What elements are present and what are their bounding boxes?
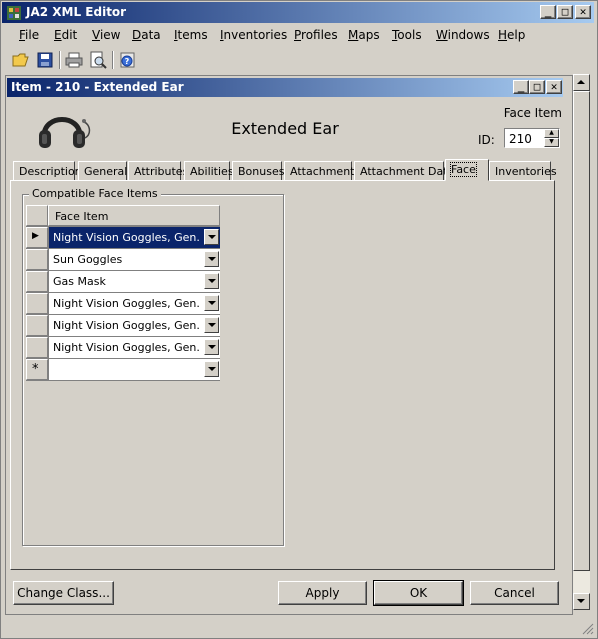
- dropdown-button[interactable]: [204, 251, 219, 267]
- dropdown-button[interactable]: [204, 361, 219, 377]
- face-item-value: Night Vision Goggles, Gen. II: [53, 297, 210, 310]
- menu-windows[interactable]: Windows: [436, 28, 490, 42]
- grid-cell[interactable]: Night Vision Goggles, Gen. I: [49, 227, 220, 248]
- ok-button[interactable]: OK: [373, 580, 464, 606]
- menu-help[interactable]: Help: [498, 28, 525, 42]
- row-header-new[interactable]: *: [26, 359, 48, 380]
- change-class-button[interactable]: Change Class...: [13, 581, 114, 605]
- scroll-thumb[interactable]: [573, 91, 590, 571]
- grid-cell[interactable]: Night Vision Goggles, Gen. IV: [49, 337, 220, 358]
- item-type-label: Face Item: [503, 106, 562, 120]
- dropdown-button[interactable]: [204, 295, 219, 311]
- face-item-value: Night Vision Goggles, Gen. I: [53, 231, 207, 244]
- face-items-grid: Face Item ▶ Night Vision Goggles, Gen. I…: [26, 205, 220, 381]
- apply-button[interactable]: Apply: [278, 581, 367, 605]
- item-window-title: Item - 210 - Extended Ear: [11, 80, 184, 94]
- grid-corner: [26, 205, 48, 226]
- tab-description[interactable]: Description: [13, 161, 82, 181]
- menu-data[interactable]: Data: [132, 28, 161, 42]
- dropdown-button[interactable]: [204, 273, 219, 289]
- menu-edit[interactable]: Edit: [54, 28, 77, 42]
- toolbar: ?: [2, 47, 594, 73]
- current-row-marker: ▶: [32, 231, 39, 241]
- tab-abilities[interactable]: Abilities: [184, 161, 234, 181]
- spin-down-button[interactable]: ▼: [544, 138, 559, 147]
- menu-profiles[interactable]: Profiles: [294, 28, 338, 42]
- child-maximize-button[interactable]: □: [529, 80, 545, 94]
- tab-attachment-data[interactable]: Attachment Data: [354, 161, 454, 181]
- group-title: Compatible Face Items: [29, 187, 161, 200]
- save-icon[interactable]: [36, 51, 54, 69]
- maximize-button[interactable]: □: [557, 5, 573, 19]
- scroll-down-button[interactable]: [573, 593, 590, 610]
- grid-cell[interactable]: Sun Goggles: [49, 249, 220, 270]
- dropdown-button[interactable]: [204, 339, 219, 355]
- row-header[interactable]: [26, 337, 48, 358]
- menu-tools[interactable]: Tools: [392, 28, 422, 42]
- menu-inventories[interactable]: Inventories: [220, 28, 287, 42]
- tab-attributes[interactable]: Attributes: [128, 161, 188, 181]
- chevron-up-icon: [577, 80, 585, 84]
- minimize-button[interactable]: _: [540, 5, 556, 19]
- grid-cell[interactable]: Night Vision Goggles, Gen. III: [49, 315, 220, 336]
- menu-items[interactable]: Items: [174, 28, 208, 42]
- face-item-value: Sun Goggles: [53, 253, 123, 266]
- scroll-up-button[interactable]: [573, 74, 590, 91]
- cancel-button[interactable]: Cancel: [470, 581, 559, 605]
- face-item-value: Night Vision Goggles, Gen. IV: [53, 341, 215, 354]
- open-folder-icon[interactable]: [12, 51, 30, 69]
- face-item-value: Night Vision Goggles, Gen. III: [53, 319, 214, 332]
- tab-bonuses[interactable]: Bonuses: [232, 161, 284, 181]
- item-image-headphones-icon: [39, 117, 91, 148]
- id-spinner[interactable]: 210 ▲ ▼: [504, 128, 560, 148]
- row-header[interactable]: [26, 293, 48, 314]
- menu-maps[interactable]: Maps: [348, 28, 380, 42]
- new-row-marker: *: [32, 362, 39, 377]
- app-title-bar[interactable]: JA2 XML Editor _ □ ✕: [2, 2, 594, 23]
- print-preview-icon[interactable]: [89, 51, 107, 69]
- close-button[interactable]: ✕: [575, 5, 591, 19]
- svg-text:?: ?: [125, 57, 130, 66]
- row-header-current[interactable]: ▶: [26, 227, 48, 248]
- row-header[interactable]: [26, 271, 48, 292]
- status-bar: [2, 616, 594, 636]
- row-header[interactable]: [26, 315, 48, 336]
- tab-general[interactable]: General: [78, 161, 127, 181]
- id-label: ID:: [478, 133, 495, 147]
- print-icon[interactable]: [65, 51, 83, 69]
- help-icon[interactable]: ?: [118, 51, 136, 69]
- toolbar-separator: [59, 51, 61, 69]
- grid-cell-new[interactable]: [49, 359, 220, 380]
- tab-inventories[interactable]: Inventories: [489, 161, 557, 181]
- item-name: Extended Ear: [231, 119, 339, 138]
- tab-attachments[interactable]: Attachments: [284, 161, 360, 181]
- child-minimize-button[interactable]: _: [513, 80, 529, 94]
- row-header[interactable]: [26, 249, 48, 270]
- menu-view[interactable]: View: [92, 28, 120, 42]
- tab-face[interactable]: Face: [445, 159, 489, 181]
- spin-up-button[interactable]: ▲: [544, 129, 559, 138]
- resize-grip-icon[interactable]: [582, 623, 594, 635]
- chevron-down-icon: [577, 599, 585, 603]
- grid-cell[interactable]: Gas Mask: [49, 271, 220, 292]
- face-item-value: Gas Mask: [53, 275, 106, 288]
- dropdown-button[interactable]: [204, 229, 219, 245]
- vertical-scrollbar[interactable]: [573, 74, 590, 610]
- toolbar-separator: [112, 51, 114, 69]
- grid-cell[interactable]: Night Vision Goggles, Gen. II: [49, 293, 220, 314]
- item-window-title-bar[interactable]: Item - 210 - Extended Ear _ □ ✕: [7, 78, 563, 97]
- menu-file[interactable]: File: [19, 28, 39, 42]
- menu-bar: File Edit View Data Items Inventories Pr…: [2, 24, 594, 46]
- child-close-button[interactable]: ✕: [546, 80, 562, 94]
- dropdown-button[interactable]: [204, 317, 219, 333]
- column-header-face-item[interactable]: Face Item: [48, 205, 220, 226]
- app-icon: [7, 6, 21, 20]
- app-title: JA2 XML Editor: [26, 5, 127, 19]
- id-value: 210: [509, 132, 532, 146]
